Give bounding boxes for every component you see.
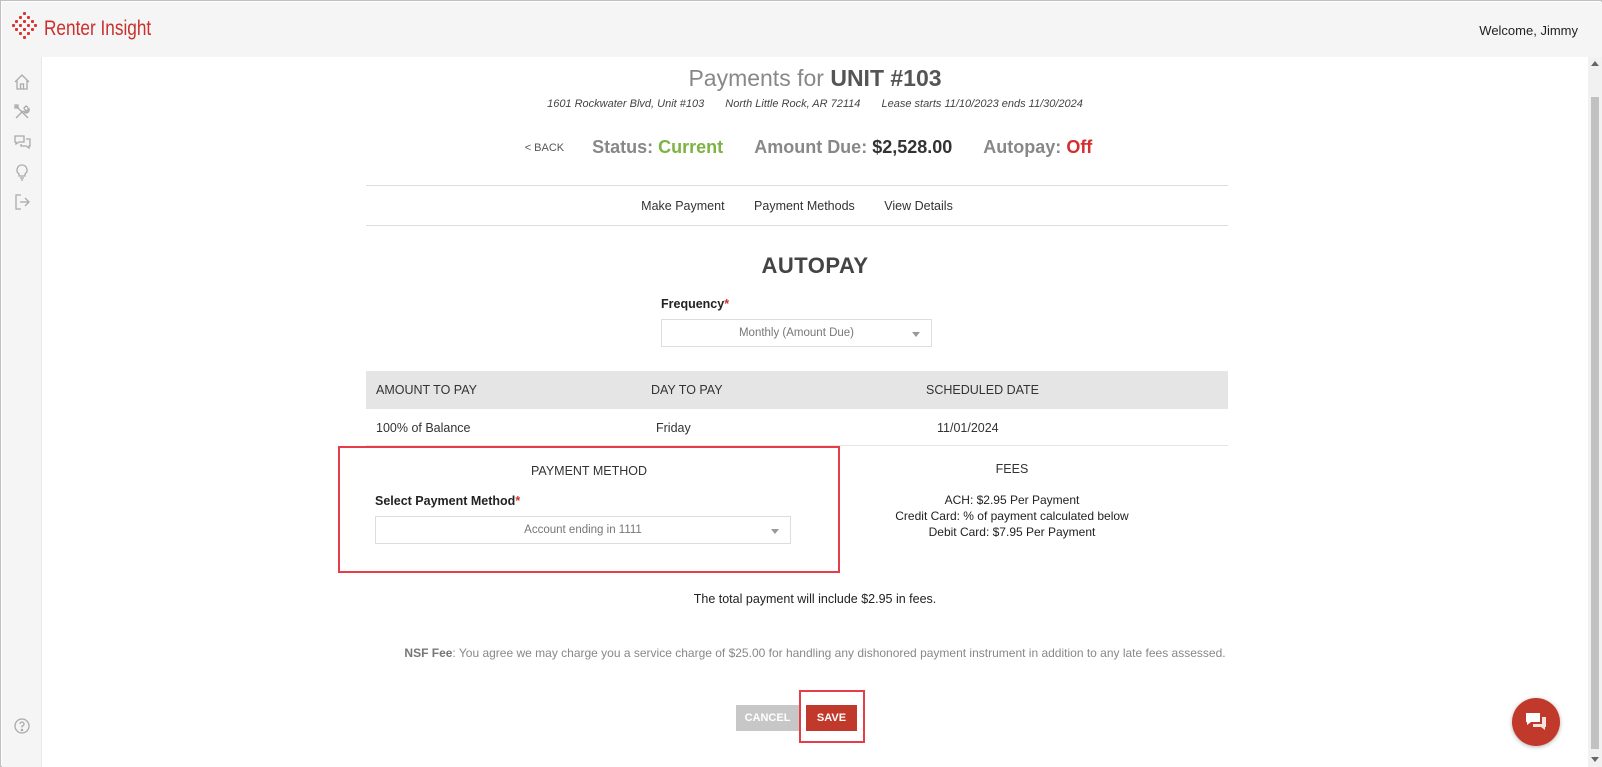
total-fee-note: The total payment will include $2.95 in … xyxy=(693,592,937,606)
frequency-value: Monthly (Amount Due) xyxy=(738,327,855,339)
page-title: Payments for UNIT #103 xyxy=(42,65,1588,92)
frequency-label-text: Frequency xyxy=(661,297,725,311)
autopay-item: Autopay: Off xyxy=(983,137,1092,157)
chat-icon[interactable] xyxy=(13,133,31,151)
status-value: Current xyxy=(658,137,724,157)
scroll-down-arrow-icon[interactable] xyxy=(1591,757,1599,762)
cancel-button[interactable]: CANCEL xyxy=(736,705,799,731)
required-marker: * xyxy=(724,297,730,311)
vertical-scrollbar[interactable] xyxy=(1588,57,1602,767)
payment-tabs: Make Payment Payment Methods View Detail… xyxy=(366,185,1228,226)
fee-ach: ACH: $2.95 Per Payment xyxy=(944,493,1080,507)
unit-address: 1601 Rockwater Blvd, Unit #103 xyxy=(547,98,705,110)
status-bar: < BACK Status: Current Amount Due: $2,52… xyxy=(42,137,1588,158)
frequency-label: Frequency* xyxy=(661,297,729,311)
schedule-table-header: AMOUNT TO PAY DAY TO PAY SCHEDULED DATE xyxy=(366,371,1228,409)
fees-title: FEES xyxy=(995,462,1029,476)
logout-icon[interactable] xyxy=(13,193,31,211)
sidebar xyxy=(2,57,42,767)
top-header: Renter Insight Welcome, Jimmy xyxy=(2,2,1602,57)
amount-due-label: Amount Due: xyxy=(754,137,868,157)
home-icon[interactable] xyxy=(13,73,31,91)
autopay-value: Off xyxy=(1066,137,1093,157)
table-row: 100% of Balance Friday 11/01/2024 xyxy=(366,409,1228,446)
frequency-select[interactable]: Monthly (Amount Due) xyxy=(661,319,932,347)
payment-method-select[interactable]: Account ending in 1111 xyxy=(375,516,791,544)
amount-to-pay-value: 100% of Balance xyxy=(376,421,471,435)
status-label: Status: xyxy=(592,137,654,157)
lightbulb-icon[interactable] xyxy=(13,163,31,181)
tab-payment-methods[interactable]: Payment Methods xyxy=(754,199,855,213)
unit-info: 1601 Rockwater Blvd, Unit #103 North Lit… xyxy=(42,98,1588,110)
status-item: Status: Current xyxy=(592,137,728,157)
col-day-to-pay: DAY TO PAY xyxy=(651,383,723,397)
main-content: Payments for UNIT #103 1601 Rockwater Bl… xyxy=(42,57,1588,767)
scroll-up-arrow-icon[interactable] xyxy=(1591,61,1599,66)
nsf-text: : You agree we may charge you a service … xyxy=(452,646,1226,660)
chevron-down-icon xyxy=(771,529,779,534)
amount-due-value: $2,528.00 xyxy=(872,137,953,157)
app-window: Renter Insight Welcome, Jimmy Payments f… xyxy=(0,0,1602,767)
col-amount-to-pay: AMOUNT TO PAY xyxy=(376,383,477,397)
col-scheduled-date: SCHEDULED DATE xyxy=(926,383,1039,397)
page-title-prefix: Payments for xyxy=(688,65,824,91)
help-icon[interactable] xyxy=(13,717,31,735)
payment-method-value: Account ending in 1111 xyxy=(524,524,642,536)
autopay-heading: AUTOPAY xyxy=(761,253,869,278)
logo-diamond-icon xyxy=(12,12,38,46)
welcome-text[interactable]: Welcome, Jimmy xyxy=(1479,23,1578,38)
chat-widget-button[interactable] xyxy=(1512,698,1560,746)
lease-dates: Lease starts 11/10/2023 ends 11/30/2024 xyxy=(881,98,1083,110)
page-title-unit: UNIT #103 xyxy=(830,65,942,91)
brand-name: Renter Insight xyxy=(44,17,152,40)
payment-method-title: PAYMENT METHOD xyxy=(531,464,647,478)
day-to-pay-value: Friday xyxy=(656,421,691,435)
brand-logo[interactable]: Renter Insight xyxy=(12,12,175,46)
unit-city: North Little Rock, AR 72114 xyxy=(725,98,861,110)
fees-section: FEES ACH: $2.95 Per Payment Credit Card:… xyxy=(872,462,1152,540)
nsf-label: NSF Fee xyxy=(404,646,453,660)
fee-credit-card: Credit Card: % of payment calculated bel… xyxy=(895,509,1129,523)
chevron-down-icon xyxy=(912,332,920,337)
payment-method-label-text: Select Payment Method xyxy=(375,494,516,508)
autopay-label: Autopay: xyxy=(983,137,1062,157)
tab-make-payment[interactable]: Make Payment xyxy=(641,199,724,213)
save-button[interactable]: SAVE xyxy=(806,705,857,731)
payment-method-label: Select Payment Method* xyxy=(375,494,520,508)
scheduled-date-value: 11/01/2024 xyxy=(937,421,999,435)
amount-due-item: Amount Due: $2,528.00 xyxy=(754,137,957,157)
chat-bubble-icon xyxy=(1526,713,1546,730)
required-marker: * xyxy=(515,494,521,508)
tools-icon[interactable] xyxy=(13,103,31,121)
payment-method-section: PAYMENT METHOD Select Payment Method* Ac… xyxy=(338,446,840,573)
scroll-thumb[interactable] xyxy=(1591,97,1599,749)
nsf-notice: NSF Fee: You agree we may charge you a s… xyxy=(42,646,1588,660)
fee-debit-card: Debit Card: $7.95 Per Payment xyxy=(928,525,1096,539)
back-link[interactable]: < BACK xyxy=(525,142,564,154)
tab-view-details[interactable]: View Details xyxy=(884,199,953,213)
